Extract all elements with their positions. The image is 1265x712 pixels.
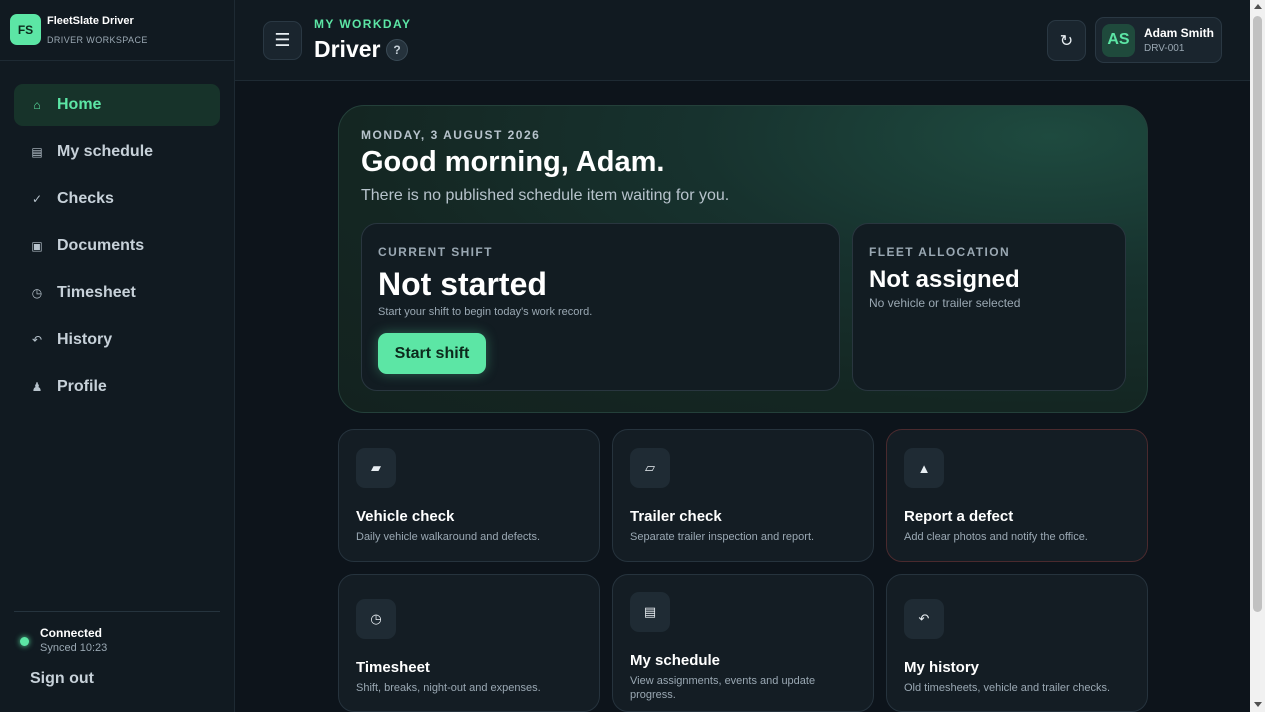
scrollbar-thumb[interactable] bbox=[1253, 16, 1262, 612]
trailer-check-tile[interactable]: ▱ Trailer check Separate trailer inspect… bbox=[612, 429, 874, 562]
truck-icon: ▰ bbox=[356, 448, 396, 488]
brand-name: FleetSlate Driver bbox=[47, 15, 134, 27]
home-icon: ⌂ bbox=[33, 98, 41, 112]
user-menu[interactable]: AS Adam Smith DRV-001 bbox=[1095, 17, 1222, 63]
connection-status: Connected Synced 10:23 bbox=[20, 626, 107, 655]
refresh-icon: ↻ bbox=[1059, 32, 1074, 50]
refresh-button[interactable]: ↻ bbox=[1047, 20, 1086, 61]
warning-icon: ▲ bbox=[904, 448, 944, 488]
status-title: Connected bbox=[40, 626, 103, 640]
schedule-icon: ▤ bbox=[31, 145, 43, 159]
scroll-up-arrow-icon[interactable] bbox=[1254, 4, 1262, 9]
sidebar-item-checks[interactable]: ✓ Checks bbox=[14, 178, 220, 220]
sidebar-item-profile[interactable]: ♟ Profile bbox=[14, 366, 220, 408]
tile-title: Trailer check bbox=[630, 508, 722, 525]
tile-title: Timesheet bbox=[356, 659, 430, 676]
user-id: DRV-001 bbox=[1144, 42, 1185, 54]
menu-button[interactable]: ☰ bbox=[263, 21, 302, 60]
card-eyebrow: FLEET ALLOCATION bbox=[869, 245, 1011, 259]
person-icon: ♟ bbox=[31, 380, 43, 394]
sidebar-item-home[interactable]: ⌂ Home bbox=[14, 84, 220, 126]
sidebar-item-timesheet[interactable]: ◷ Timesheet bbox=[14, 272, 220, 314]
sidebar-item-label: History bbox=[57, 331, 113, 348]
status-dot-icon bbox=[20, 637, 29, 646]
sidebar-item-label: Checks bbox=[57, 190, 114, 207]
sidebar-item-label: Home bbox=[57, 96, 102, 113]
greeting: Good morning, Adam. bbox=[361, 146, 665, 178]
brand-subtitle: DRIVER WORKSPACE bbox=[47, 35, 148, 45]
help-icon[interactable]: ? bbox=[386, 39, 408, 61]
tile-title: My schedule bbox=[630, 652, 721, 669]
tile-description: Separate trailer inspection and report. bbox=[630, 531, 815, 543]
document-icon: ▣ bbox=[31, 239, 43, 253]
sidebar-item-history[interactable]: ↶ History bbox=[14, 319, 220, 361]
header-eyebrow: MY WORKDAY bbox=[314, 17, 412, 31]
sync-time: Synced 10:23 bbox=[40, 642, 108, 654]
sidebar-item-label: Documents bbox=[57, 237, 145, 254]
sidebar-item-label: Timesheet bbox=[57, 284, 136, 301]
history-icon: ↶ bbox=[31, 333, 43, 347]
page-title: Driver bbox=[314, 36, 381, 62]
hamburger-icon: ☰ bbox=[274, 30, 291, 50]
fleet-subtitle: No vehicle or trailer selected bbox=[869, 296, 1021, 310]
shift-subtitle: Start your shift to begin today's work r… bbox=[378, 306, 593, 318]
report-defect-tile[interactable]: ▲ Report a defect Add clear photos and n… bbox=[886, 429, 1148, 562]
tile-title: My history bbox=[904, 659, 980, 676]
sidebar: FS FleetSlate Driver DRIVER WORKSPACE ⌂ … bbox=[0, 0, 235, 712]
brand-logo: FS bbox=[10, 14, 41, 45]
sidebar-item-label: Profile bbox=[57, 378, 107, 395]
scroll-down-arrow-icon[interactable] bbox=[1254, 702, 1262, 707]
hero-date: MONDAY, 3 AUGUST 2026 bbox=[361, 128, 541, 142]
avatar: AS bbox=[1102, 23, 1135, 57]
start-shift-button[interactable]: Start shift bbox=[378, 333, 486, 374]
current-shift-card: CURRENT SHIFT Not started Start your shi… bbox=[361, 223, 840, 391]
brand[interactable]: FS FleetSlate Driver DRIVER WORKSPACE bbox=[10, 14, 148, 45]
divider bbox=[14, 611, 220, 612]
hero-card: MONDAY, 3 AUGUST 2026 Good morning, Adam… bbox=[338, 105, 1148, 413]
user-name: Adam Smith bbox=[1144, 25, 1215, 40]
my-history-tile[interactable]: ↶ My history Old timesheets, vehicle and… bbox=[886, 574, 1148, 712]
tile-description: View assignments, events and update prog… bbox=[630, 675, 816, 701]
timesheet-tile[interactable]: ◷ Timesheet Shift, breaks, night-out and… bbox=[338, 574, 600, 712]
tile-title: Vehicle check bbox=[356, 508, 455, 525]
schedule-message: There is no published schedule item wait… bbox=[361, 187, 730, 204]
clock-icon: ◷ bbox=[31, 286, 43, 300]
sign-out-button[interactable]: Sign out bbox=[30, 670, 94, 688]
top-header: ☰ MY WORKDAY Driver ? ↻ AS Adam Smith DR… bbox=[235, 0, 1250, 81]
vehicle-check-tile[interactable]: ▰ Vehicle check Daily vehicle walkaround… bbox=[338, 429, 600, 562]
tile-description: Daily vehicle walkaround and defects. bbox=[356, 531, 541, 543]
history-icon: ↶ bbox=[904, 599, 944, 639]
sidebar-nav: ⌂ Home ▤ My schedule ✓ Checks ▣ Document… bbox=[14, 84, 220, 413]
tile-description: Shift, breaks, night-out and expenses. bbox=[356, 682, 541, 694]
my-schedule-tile[interactable]: ▤ My schedule View assignments, events a… bbox=[612, 574, 874, 712]
sidebar-item-label: My schedule bbox=[57, 143, 154, 160]
checkmark-icon: ✓ bbox=[31, 192, 43, 206]
page-scrollbar[interactable] bbox=[1250, 0, 1265, 712]
trailer-icon: ▱ bbox=[630, 448, 670, 488]
fleet-allocation-card: FLEET ALLOCATION Not assigned No vehicle… bbox=[852, 223, 1126, 391]
fleet-status: Not assigned bbox=[869, 266, 1020, 293]
tile-description: Add clear photos and notify the office. bbox=[904, 531, 1088, 543]
card-eyebrow: CURRENT SHIFT bbox=[378, 245, 493, 259]
clock-icon: ◷ bbox=[356, 599, 396, 639]
sidebar-item-my-schedule[interactable]: ▤ My schedule bbox=[14, 131, 220, 173]
shift-status: Not started bbox=[378, 266, 547, 302]
tile-description: Old timesheets, vehicle and trailer chec… bbox=[904, 682, 1111, 694]
tile-title: Report a defect bbox=[904, 508, 1014, 525]
divider bbox=[0, 60, 234, 61]
schedule-icon: ▤ bbox=[630, 592, 670, 632]
sidebar-item-documents[interactable]: ▣ Documents bbox=[14, 225, 220, 267]
